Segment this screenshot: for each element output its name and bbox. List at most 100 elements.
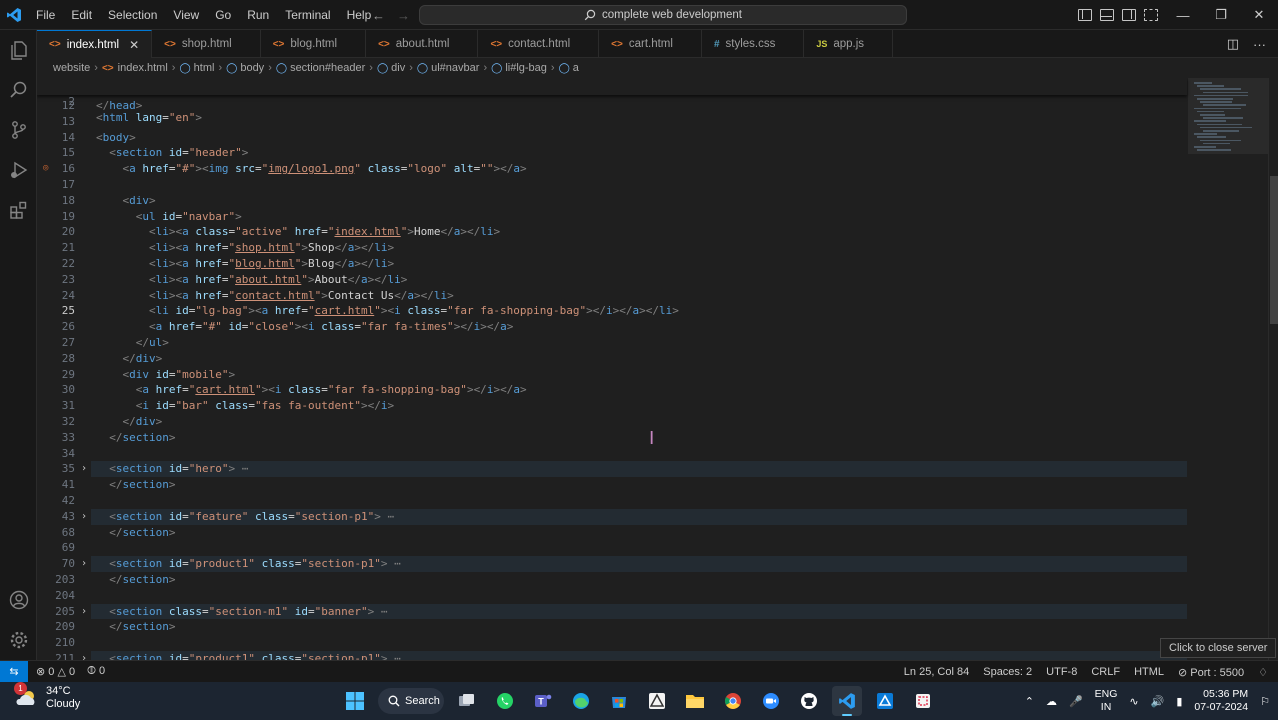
language-indicator[interactable]: ENG IN [1095, 688, 1118, 714]
code-line[interactable]: 205 › <section class="section-m1" id="ban… [37, 604, 1187, 620]
code-line[interactable]: 18 <div> [37, 193, 1187, 209]
code-line[interactable]: 15 <section id="header"> [37, 145, 1187, 161]
code-line[interactable]: 23 <li><a href="about.html">About</a></l… [37, 272, 1187, 288]
code-line[interactable]: 32 </div> [37, 414, 1187, 430]
tab-shop-html[interactable]: <> shop.html [152, 30, 261, 58]
remote-indicator-icon[interactable]: ⇆ [0, 660, 28, 683]
battery-icon[interactable]: ▮ [1176, 695, 1182, 708]
show-hidden-icons-icon[interactable]: ⌃ [1025, 695, 1034, 708]
code-line[interactable]: 35 › <section id="hero"> ⋯ [37, 461, 1187, 477]
command-center-search[interactable]: complete web development [419, 5, 907, 25]
onedrive-cloud-icon[interactable]: ☁ [1046, 695, 1057, 708]
cursor-position[interactable]: Ln 25, Col 84 [904, 666, 969, 678]
code-line[interactable]: 33 </section> [37, 430, 1187, 446]
code-editor[interactable]: 2 <html lang="en"> 12 </head> 13 14 <body> 15… [37, 78, 1268, 660]
tab-blog-html[interactable]: <> blog.html [261, 30, 367, 58]
code-line[interactable]: 13 [37, 114, 1187, 130]
taskbar-search[interactable]: Search [378, 688, 444, 714]
indentation[interactable]: Spaces: 2 [983, 666, 1032, 678]
breadcrumb-item[interactable]: div [391, 62, 405, 74]
code-line[interactable]: 211 › <section id="product1" class="secti… [37, 651, 1187, 660]
code-line[interactable]: 24 <li><a href="contact.html">Contact Us… [37, 288, 1187, 304]
code-line[interactable]: 209 </section> [37, 619, 1187, 635]
customize-layout-icon[interactable] [1144, 9, 1158, 21]
split-editor-icon[interactable]: ◫ [1227, 36, 1239, 52]
toggle-panel-icon[interactable] [1100, 9, 1114, 21]
folded-ellipsis[interactable]: ⋯ [235, 462, 249, 475]
wifi-icon[interactable]: ∿ [1129, 695, 1138, 708]
menu-go[interactable]: Go [207, 0, 239, 30]
code-line[interactable]: 17 [37, 177, 1187, 193]
folded-ellipsis[interactable]: ⋯ [374, 605, 388, 618]
forward-arrow-icon[interactable]: → [397, 8, 410, 23]
tab-about-html[interactable]: <> about.html [366, 30, 479, 58]
code-line[interactable]: 12 </head> [37, 98, 1187, 114]
sticky-scroll-header[interactable]: 2 <html lang="en"> [37, 78, 1187, 124]
github-icon[interactable] [794, 686, 824, 716]
menu-view[interactable]: View [165, 0, 207, 30]
inkscape-icon[interactable] [642, 686, 672, 716]
close-tab-icon[interactable]: ✕ [129, 38, 139, 52]
encoding[interactable]: UTF-8 [1046, 666, 1077, 678]
settings-gear-icon[interactable] [0, 620, 37, 660]
folded-ellipsis[interactable]: ⋯ [387, 652, 401, 660]
code-line[interactable]: 204 [37, 588, 1187, 604]
problems-indicator[interactable]: ⊗ 0 △ 0 [36, 665, 75, 678]
minimap[interactable] [1188, 78, 1268, 660]
clock[interactable]: 05:36 PM 07-07-2024 [1194, 688, 1248, 714]
back-arrow-icon[interactable]: ← [372, 8, 385, 23]
code-line[interactable]: 30 <a href="cart.html"><i class="far fa-… [37, 382, 1187, 398]
file-explorer-icon[interactable] [680, 686, 710, 716]
menu-file[interactable]: File [28, 0, 63, 30]
fold-chevron-icon[interactable]: › [81, 509, 87, 525]
live-server-status[interactable]: ⊘ Port : 5500 [1178, 666, 1244, 679]
code-line[interactable]: 22 <li><a href="blog.html">Blog</a></li> [37, 256, 1187, 272]
code-line[interactable]: 43 › <section id="feature" class="section… [37, 509, 1187, 525]
source-control-icon[interactable] [0, 110, 37, 150]
code-line[interactable]: 70 › <section id="product1" class="sectio… [37, 556, 1187, 572]
restore-icon[interactable]: ❐ [1202, 0, 1240, 30]
tab-index-html[interactable]: <> index.html ✕ [37, 30, 153, 58]
accounts-icon[interactable] [0, 580, 37, 620]
explorer-icon[interactable] [0, 30, 37, 70]
code-line[interactable]: 34 [37, 446, 1187, 462]
teams-icon[interactable]: T [528, 686, 558, 716]
code-line[interactable]: 14 <body> [37, 130, 1187, 146]
vscode-taskbar-icon[interactable] [832, 686, 862, 716]
menu-run[interactable]: Run [239, 0, 277, 30]
menu-terminal[interactable]: Terminal [277, 0, 338, 30]
fold-chevron-icon[interactable]: › [81, 461, 87, 477]
windows-start-icon[interactable] [340, 686, 370, 716]
language-mode[interactable]: HTML [1134, 666, 1164, 678]
tab-styles-css[interactable]: # styles.css [702, 30, 805, 58]
ports-indicator[interactable]: ⦷ 0 [87, 665, 105, 678]
fold-chevron-icon[interactable]: › [81, 604, 87, 620]
code-line[interactable]: 21 <li><a href="shop.html">Shop</a></li> [37, 240, 1187, 256]
notifications-bell-icon[interactable]: ♢ [1258, 666, 1268, 679]
menu-selection[interactable]: Selection [100, 0, 165, 30]
code-line[interactable]: 31 <i id="bar" class="fas fa-outdent"></… [37, 398, 1187, 414]
breadcrumb-item[interactable]: ul#navbar [431, 62, 479, 74]
toggle-secondary-sidebar-icon[interactable] [1122, 9, 1136, 21]
notification-center-icon[interactable]: ⚐ [1260, 695, 1270, 708]
tab-contact-html[interactable]: <> contact.html [478, 30, 600, 58]
code-line[interactable]: 28 </div> [37, 351, 1187, 367]
code-line[interactable]: 203 </section> [37, 572, 1187, 588]
code-line[interactable]: 210 [37, 635, 1187, 651]
zoom-icon[interactable] [756, 686, 786, 716]
code-line[interactable]: 42 [37, 493, 1187, 509]
azure-data-studio-icon[interactable] [870, 686, 900, 716]
code-line[interactable]: 19 <ul id="navbar"> [37, 209, 1187, 225]
microphone-icon[interactable]: 🎤 [1069, 695, 1083, 708]
lightbulb-icon[interactable]: ◎ [43, 161, 48, 177]
snipping-tool-icon[interactable] [908, 686, 938, 716]
breadcrumb-item[interactable]: website [53, 62, 90, 74]
code-line[interactable]: 20 <li><a class="active" href="index.htm… [37, 224, 1187, 240]
tab-app-js[interactable]: JS app.js [804, 30, 894, 58]
menu-edit[interactable]: Edit [63, 0, 100, 30]
code-line[interactable]: 69 [37, 540, 1187, 556]
code-line[interactable]: 41 </section> [37, 477, 1187, 493]
fold-chevron-icon[interactable]: › [81, 651, 87, 660]
code-line[interactable]: 16 ◎ <a href="#"><img src="img/logo1.png"… [37, 161, 1187, 177]
breadcrumb-item[interactable]: a [573, 62, 579, 74]
